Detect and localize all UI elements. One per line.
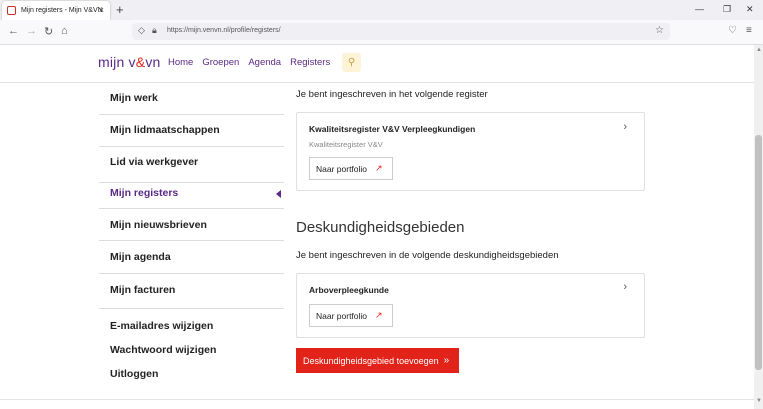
nav-home[interactable]: Home	[168, 57, 193, 68]
link-wachtwoord-wijzigen[interactable]: Wachtwoord wijzigen	[110, 344, 216, 356]
bookmark-star-icon[interactable]: ☆	[655, 25, 664, 36]
reload-button[interactable]: ↻	[44, 25, 53, 38]
chevron-right-icon[interactable]: ›	[623, 281, 627, 293]
add-expertise-button[interactable]: Deskundigheidsgebied toevoegen »	[296, 348, 459, 373]
home-button[interactable]: ⌂	[61, 25, 68, 37]
back-button[interactable]: ←	[8, 25, 19, 37]
active-indicator-icon	[276, 190, 281, 198]
double-chevron-right-icon: »	[443, 355, 450, 366]
naar-portfolio-button[interactable]: Naar portfolio ↗	[309, 157, 393, 180]
nav-agenda[interactable]: Agenda	[248, 57, 281, 68]
chevron-right-icon[interactable]: ›	[623, 121, 627, 133]
sidebar-item-mijn-agenda[interactable]: Mijn agenda	[99, 240, 284, 274]
tab-close-icon[interactable]: ×	[99, 5, 104, 15]
menu-icon[interactable]: ≡	[746, 25, 752, 36]
sidebar-item-mijn-registers[interactable]: Mijn registers	[99, 182, 284, 209]
register-card[interactable]: Kwaliteitsregister V&V Verpleegkundigen …	[296, 112, 645, 191]
sidebar-item-mijn-nieuwsbrieven[interactable]: Mijn nieuwsbrieven	[99, 208, 284, 241]
button-label: Naar portfolio	[316, 163, 368, 174]
registers-intro: Je bent ingeschreven in het volgende reg…	[296, 89, 488, 100]
sidebar-item-label: Mijn lidmaatschappen	[110, 124, 220, 136]
site-favicon-icon	[7, 6, 16, 15]
site-header: mijn v&vn Home Groepen Agenda Registers …	[0, 45, 754, 83]
footer-divider	[0, 399, 754, 400]
sidebar-item-label: Mijn nieuwsbrieven	[110, 219, 207, 231]
browser-tab[interactable]: Mijn registers - Mijn V&VN ×	[2, 1, 110, 20]
sidebar-item-mijn-werk[interactable]: Mijn werk	[99, 82, 284, 115]
register-card-title[interactable]: Kwaliteitsregister V&V Verpleegkundigen	[309, 124, 475, 134]
logo-ampersand: &	[135, 54, 146, 70]
external-link-icon: ↗	[375, 163, 383, 173]
user-icon: ⚲	[347, 57, 356, 68]
url-bar[interactable]: ◇ 🔒︎ https://mijn.venvn.nl/profile/regis…	[132, 23, 670, 40]
site-logo[interactable]: mijn v&vn	[98, 54, 161, 70]
pocket-icon[interactable]: ♡	[728, 25, 737, 36]
sidebar-item-label: Mijn agenda	[110, 251, 171, 263]
scrollbar-thumb[interactable]	[755, 135, 762, 370]
logo-text-end: vn	[145, 54, 161, 70]
sidebar-item-lid-via-werkgever[interactable]: Lid via werkgever	[99, 146, 284, 183]
link-uitloggen[interactable]: Uitloggen	[110, 368, 158, 380]
browser-tab-bar: Mijn registers - Mijn V&VN × + — ❐ ✕	[0, 0, 763, 20]
expertise-card-title[interactable]: Arboverpleegkunde	[309, 285, 389, 295]
expertise-heading: Deskundigheidsgebieden	[296, 219, 465, 236]
external-link-icon: ↗	[375, 310, 383, 320]
sidebar-item-label: Mijn werk	[110, 92, 158, 104]
new-tab-button[interactable]: +	[116, 2, 124, 17]
main-nav: Home Groepen Agenda Registers	[168, 57, 330, 68]
sidebar-item-label: Mijn facturen	[110, 284, 176, 296]
url-text[interactable]: https://mijn.venvn.nl/profile/registers/	[167, 27, 281, 34]
scroll-up-icon[interactable]: ▲	[756, 47, 762, 53]
button-label: Naar portfolio	[316, 310, 368, 321]
expertise-intro: Je bent ingeschreven in de volgende desk…	[296, 250, 559, 261]
nav-groepen[interactable]: Groepen	[202, 57, 239, 68]
link-email-wijzigen[interactable]: E-mailadres wijzigen	[110, 320, 213, 332]
naar-portfolio-button[interactable]: Naar portfolio ↗	[309, 304, 393, 327]
sidebar-item-label: Mijn registers	[110, 187, 179, 199]
window-maximize-button[interactable]: ❐	[723, 4, 731, 15]
lock-icon[interactable]: 🔒︎	[152, 25, 157, 36]
sidebar-item-label: Lid via werkgever	[110, 156, 199, 168]
expertise-card[interactable]: Arboverpleegkunde › Naar portfolio ↗	[296, 273, 645, 338]
button-label: Deskundigheidsgebied toevoegen	[303, 355, 439, 366]
sidebar-item-mijn-facturen[interactable]: Mijn facturen	[99, 273, 284, 309]
register-card-subtitle: Kwaliteitsregister V&V	[309, 140, 383, 149]
scroll-down-icon[interactable]: ▼	[756, 398, 762, 404]
logo-text-start: mijn v	[98, 54, 136, 70]
nav-registers[interactable]: Registers	[290, 57, 330, 68]
tab-title: Mijn registers - Mijn V&VN	[21, 7, 103, 14]
window-close-button[interactable]: ✕	[746, 4, 754, 15]
sidebar-item-mijn-lidmaatschappen[interactable]: Mijn lidmaatschappen	[99, 114, 284, 147]
shield-icon[interactable]: ◇	[138, 25, 145, 36]
avatar[interactable]: ⚲	[342, 53, 361, 72]
window-minimize-button[interactable]: —	[695, 4, 704, 14]
forward-button[interactable]: →	[26, 25, 37, 37]
browser-nav-bar: ← → ↻ ⌂ ◇ 🔒︎ https://mijn.venvn.nl/profi…	[0, 20, 763, 45]
